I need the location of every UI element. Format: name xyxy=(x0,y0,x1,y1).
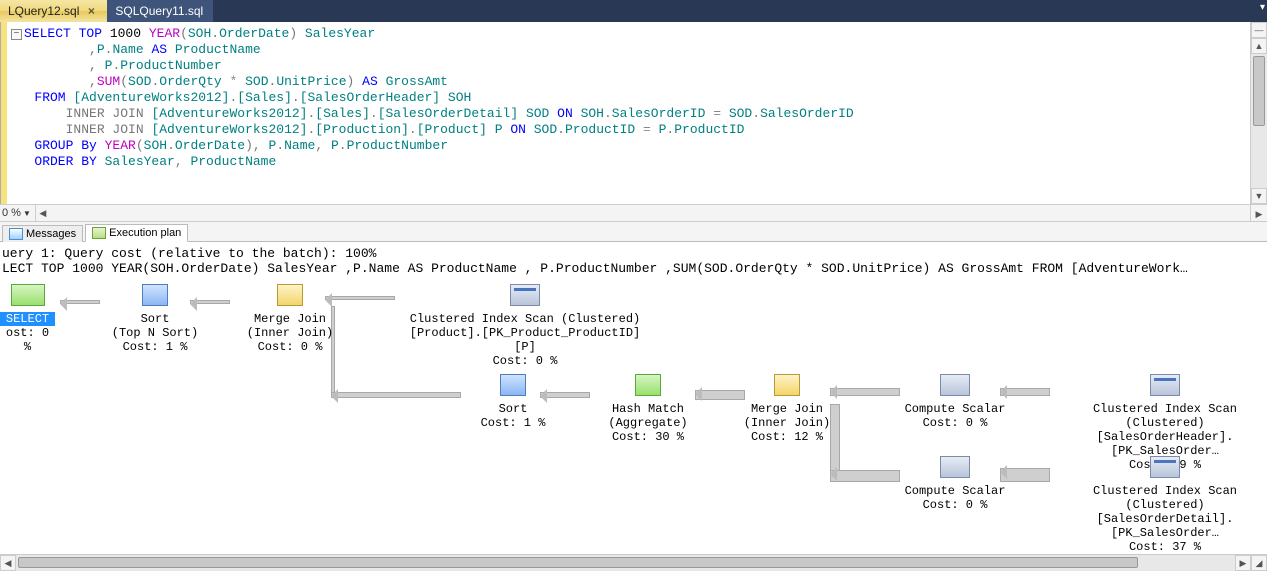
file-tab[interactable]: SQLQuery11.sql xyxy=(107,0,213,22)
scroll-left-icon[interactable]: ◀ xyxy=(36,208,50,219)
node-title: SELECT xyxy=(0,312,55,326)
chevron-down-icon: ▼ xyxy=(23,209,31,218)
merge-join-icon xyxy=(277,284,303,306)
plan-horizontal-scrollbar[interactable]: ◀ ▶ ◢ xyxy=(0,554,1267,571)
compute-scalar-icon xyxy=(940,456,970,478)
plan-canvas[interactable]: SELECT ost: 0 % Sort (Top N Sort) Cost: … xyxy=(0,278,1267,538)
node-title: Compute Scalar xyxy=(895,484,1015,498)
editor-change-indicator xyxy=(1,22,7,204)
file-tab-bar: LQuery12.sql × SQLQuery11.sql ▾ xyxy=(0,0,1267,22)
node-title: Clustered Index Scan (Clustered) xyxy=(400,312,650,326)
plan-node-scan-sod[interactable]: Clustered Index Scan (Clustered) [SalesO… xyxy=(1050,456,1267,554)
tab-messages-label: Messages xyxy=(26,228,76,240)
plan-node-sort-1[interactable]: Sort (Top N Sort) Cost: 1 % xyxy=(105,284,205,354)
node-subtype: (Inner Join) xyxy=(235,326,345,340)
resize-grip-icon[interactable]: ◢ xyxy=(1251,555,1267,571)
execution-plan-pane[interactable]: uery 1: Query cost (relative to the batc… xyxy=(0,242,1267,554)
node-cost: Cost: 12 % xyxy=(732,430,842,444)
select-icon xyxy=(11,284,45,306)
node-cost: Cost: 0 % xyxy=(400,354,650,368)
node-cost: Cost: 30 % xyxy=(598,430,698,444)
node-title: Compute Scalar xyxy=(895,402,1015,416)
scrollbar-thumb[interactable] xyxy=(18,557,1138,568)
scrollbar-thumb[interactable] xyxy=(1253,56,1265,126)
clustered-index-scan-icon xyxy=(510,284,540,306)
node-title: Clustered Index Scan (Clustered) xyxy=(1050,484,1267,512)
plan-node-sort-2[interactable]: Sort Cost: 1 % xyxy=(468,374,558,430)
merge-join-icon xyxy=(774,374,800,396)
editor-footer-bar: 0 % ▼ ◀ ▶ xyxy=(0,204,1267,222)
plan-node-scan-product[interactable]: Clustered Index Scan (Clustered) [Produc… xyxy=(400,284,650,368)
close-icon[interactable]: × xyxy=(85,4,97,18)
collapse-icon[interactable]: − xyxy=(11,29,22,40)
node-object: [Product].[PK_Product_ProductID] [P] xyxy=(400,326,650,354)
node-title: Hash Match xyxy=(598,402,698,416)
scroll-down-icon[interactable]: ▼ xyxy=(1251,188,1267,204)
messages-icon xyxy=(9,228,23,240)
file-tab-active[interactable]: LQuery12.sql × xyxy=(0,0,107,22)
file-tab-label: SQLQuery11.sql xyxy=(115,4,203,18)
sql-editor[interactable]: −SELECT TOP 1000 YEAR(SOH.OrderDate) Sal… xyxy=(1,22,1250,204)
zoom-dropdown[interactable]: 0 % ▼ xyxy=(0,205,36,221)
tab-execution-plan[interactable]: Execution plan xyxy=(85,224,188,242)
overflow-button[interactable]: ▾ xyxy=(1260,2,1265,13)
node-cost: Cost: 0 % xyxy=(895,416,1015,430)
scroll-right-icon[interactable]: ▶ xyxy=(1250,205,1267,221)
node-cost: Cost: 1 % xyxy=(468,416,558,430)
node-subtype: (Inner Join) xyxy=(732,416,842,430)
plan-node-merge-2[interactable]: Merge Join (Inner Join) Cost: 12 % xyxy=(732,374,842,444)
tab-messages[interactable]: Messages xyxy=(2,225,83,242)
sort-icon xyxy=(500,374,526,396)
plan-node-select[interactable]: SELECT ost: 0 % xyxy=(0,284,55,354)
clustered-index-scan-icon xyxy=(1150,374,1180,396)
node-object: [SalesOrderHeader].[PK_SalesOrder… xyxy=(1050,430,1267,458)
node-title: Merge Join xyxy=(732,402,842,416)
plan-node-compute-1[interactable]: Compute Scalar Cost: 0 % xyxy=(895,374,1015,430)
plan-summary: uery 1: Query cost (relative to the batc… xyxy=(0,242,1267,278)
execution-plan-icon xyxy=(92,227,106,239)
zoom-value: 0 % xyxy=(2,207,21,219)
results-tab-bar: Messages Execution plan xyxy=(0,222,1267,242)
node-cost: Cost: 0 % xyxy=(235,340,345,354)
clustered-index-scan-icon xyxy=(1150,456,1180,478)
plan-node-hash-match[interactable]: Hash Match (Aggregate) Cost: 30 % xyxy=(598,374,698,444)
plan-arrow xyxy=(830,470,900,482)
plan-node-merge-1[interactable]: Merge Join (Inner Join) Cost: 0 % xyxy=(235,284,345,354)
split-handle-icon[interactable]: — xyxy=(1251,22,1267,38)
node-cost: Cost: 1 % xyxy=(105,340,205,354)
scroll-right-icon[interactable]: ▶ xyxy=(1235,555,1251,571)
node-subtype: (Aggregate) xyxy=(598,416,698,430)
node-cost: Cost: 37 % xyxy=(1050,540,1267,554)
sort-icon xyxy=(142,284,168,306)
file-tab-label: LQuery12.sql xyxy=(8,4,79,18)
node-cost: Cost: 0 % xyxy=(895,498,1015,512)
scroll-up-icon[interactable]: ▲ xyxy=(1251,38,1267,54)
compute-scalar-icon xyxy=(940,374,970,396)
node-subtype: (Top N Sort) xyxy=(105,326,205,340)
node-title: Sort xyxy=(105,312,205,326)
node-cost: ost: 0 % xyxy=(0,326,55,354)
hash-match-icon xyxy=(635,374,661,396)
tab-plan-label: Execution plan xyxy=(109,227,181,239)
plan-arrow xyxy=(60,300,100,304)
sql-editor-pane: −SELECT TOP 1000 YEAR(SOH.OrderDate) Sal… xyxy=(0,22,1267,204)
node-object: [SalesOrderDetail].[PK_SalesOrder… xyxy=(1050,512,1267,540)
editor-vertical-scrollbar[interactable]: — ▲ ▼ xyxy=(1250,22,1267,204)
node-title: Clustered Index Scan (Clustered) xyxy=(1050,402,1267,430)
plan-arrow xyxy=(331,392,461,398)
scroll-left-icon[interactable]: ◀ xyxy=(0,555,16,571)
plan-node-compute-2[interactable]: Compute Scalar Cost: 0 % xyxy=(895,456,1015,512)
node-title: Merge Join xyxy=(235,312,345,326)
node-title: Sort xyxy=(468,402,558,416)
